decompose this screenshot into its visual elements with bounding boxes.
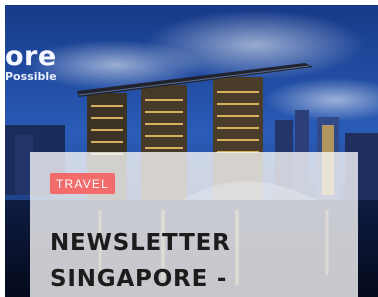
post-title-line-2: SINGAPORE -	[50, 266, 228, 292]
brand-logo-text: ore Possible	[5, 43, 57, 82]
post-title-line-1: NEWSLETTER	[50, 230, 231, 256]
brand-word: ore	[5, 41, 57, 72]
post-card[interactable]: ore Possible TRAVEL NEWSLETTER SINGAPORE…	[0, 0, 378, 297]
post-info-panel: TRAVEL NEWSLETTER SINGAPORE -	[30, 152, 358, 297]
post-title[interactable]: NEWSLETTER SINGAPORE -	[50, 225, 350, 297]
category-badge[interactable]: TRAVEL	[50, 173, 115, 194]
brand-tagline: Possible	[5, 70, 57, 83]
